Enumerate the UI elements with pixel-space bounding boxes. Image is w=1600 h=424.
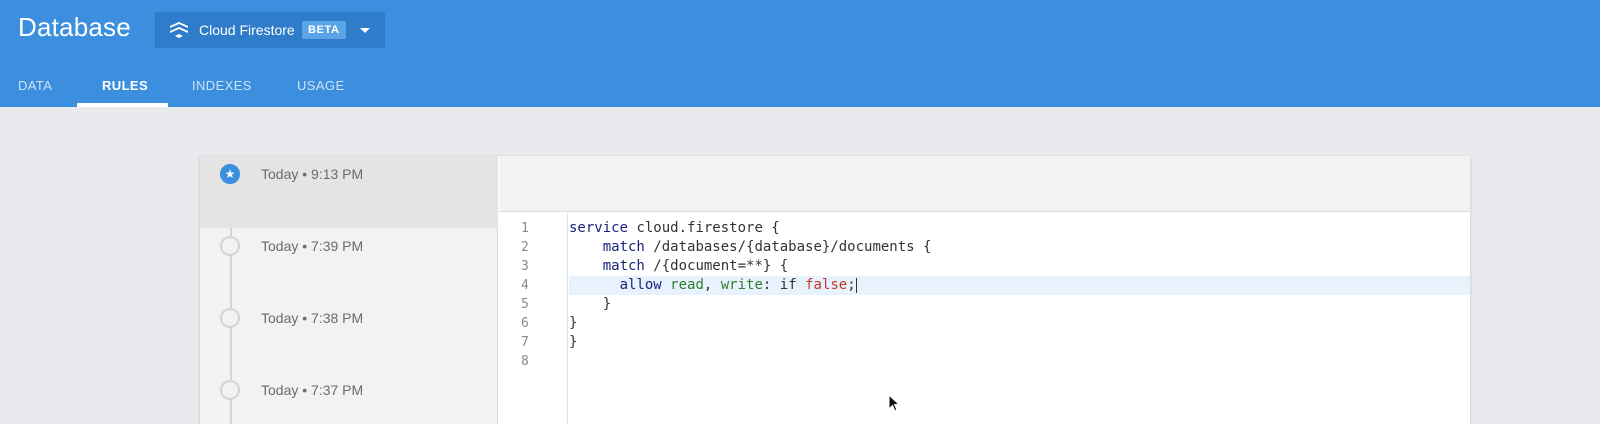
code-line: } [569,296,612,312]
tab-indexes[interactable]: INDEXES [192,78,252,93]
history-item[interactable]: Today • 7:39 PM [200,228,498,300]
tab-usage[interactable]: USAGE [297,78,345,93]
code-keyword: allow [619,277,662,293]
star-icon: ★ [220,164,240,184]
chevron-down-icon[interactable] [360,28,370,33]
code-keyword: match [602,239,645,255]
rules-panel: ★ Today • 9:13 PM Today • 7:39 PM Today … [200,156,1470,424]
code-literal: false [805,277,848,293]
rules-history-list: ★ Today • 9:13 PM Today • 7:39 PM Today … [200,156,498,424]
editor-toolbar [499,156,1470,212]
circle-icon [220,308,240,328]
code-text: : if [762,277,806,293]
database-selector-label: Cloud Firestore [199,22,295,38]
line-number: 2 [521,240,529,255]
line-number: 4 [521,278,529,293]
history-item-time: Today • 7:39 PM [261,238,364,254]
line-number: 7 [521,335,529,350]
circle-icon [220,380,240,400]
code-keyword: read [670,277,704,293]
code-keyword: write [720,277,763,293]
history-item-time: Today • 9:13 PM [261,166,364,182]
code-text: /{document=**} { [644,258,789,274]
history-item[interactable]: Today • 7:38 PM [200,300,498,372]
code-line: } [569,315,578,331]
firestore-icon [170,22,188,38]
tab-data[interactable]: DATA [18,78,52,93]
circle-icon [220,236,240,256]
line-number: 5 [521,297,529,312]
app-header: Database Cloud Firestore BETA DATA RULES… [0,0,1600,107]
page-title: Database [18,12,131,42]
code-text: /databases/{database}/documents { [644,239,932,255]
line-number: 6 [521,316,529,331]
history-item[interactable]: Today • 7:37 PM [200,372,498,424]
line-number: 3 [521,259,529,274]
text-cursor [855,277,857,293]
line-number: 1 [521,221,529,236]
beta-badge: BETA [302,21,346,39]
history-item-time: Today • 7:38 PM [261,310,364,326]
code-keyword: service [569,220,629,236]
active-tab-indicator [77,103,168,107]
line-number-gutter: 1 2 3 4 5 6 7 8 [499,213,568,424]
code-line-highlighted: allow read, write: if false; [569,276,1470,295]
line-number: 8 [521,354,529,369]
code-text: ; [847,277,856,293]
history-item-time: Today • 7:37 PM [261,382,364,398]
code-text: , [703,277,721,293]
code-line: service cloud.firestore { [569,219,1470,238]
database-selector[interactable]: Cloud Firestore BETA [155,12,385,48]
mouse-pointer-icon [888,394,900,412]
tab-rules[interactable]: RULES [102,78,148,93]
code-line: match /databases/{database}/documents { [569,238,1470,257]
history-item[interactable]: ★ Today • 9:13 PM [200,156,498,228]
code-line: match /{document=**} { [569,257,1470,276]
code-line: } [569,334,578,350]
rules-code-editor[interactable]: service cloud.firestore { match /databas… [569,213,1470,424]
code-keyword: match [602,258,645,274]
code-text: cloud.firestore { [628,220,780,236]
